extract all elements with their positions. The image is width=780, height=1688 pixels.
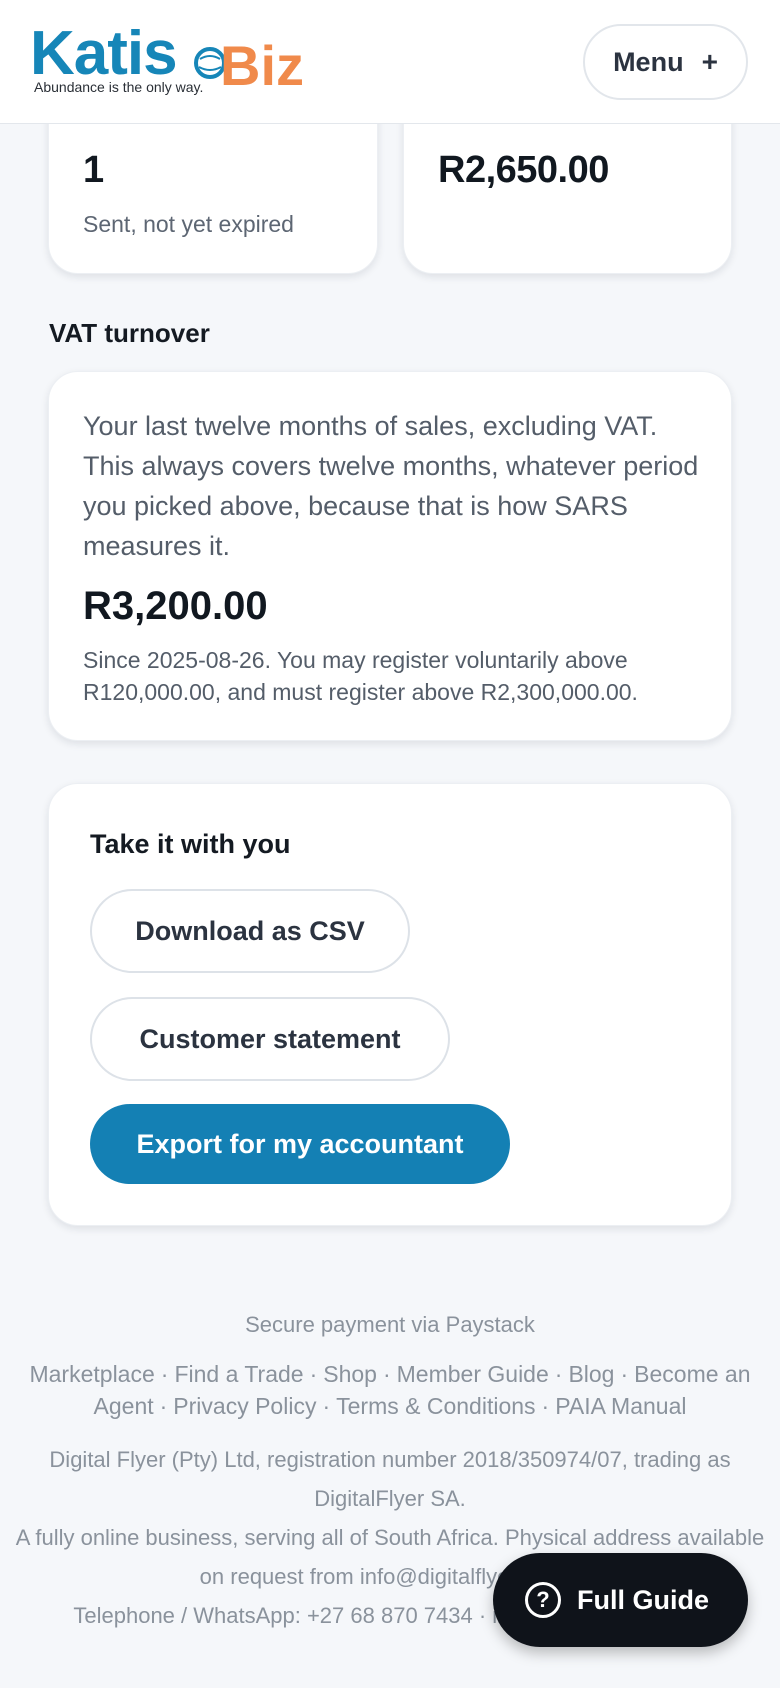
separator: · — [160, 1361, 169, 1387]
vat-turnover-card: Your last twelve months of sales, exclud… — [48, 371, 732, 741]
stat-value: R2,650.00 — [438, 149, 609, 191]
katisbiz-logo[interactable]: Katis Biz Abundance is the only way. — [30, 22, 330, 102]
separator: · — [554, 1361, 563, 1387]
footer-link-find-a-trade[interactable]: Find a Trade — [174, 1361, 303, 1387]
download-csv-button[interactable]: Download as CSV — [90, 889, 410, 973]
customer-statement-button[interactable]: Customer statement — [90, 997, 450, 1081]
logo-text-accent: Biz — [220, 34, 304, 97]
separator: · — [309, 1361, 318, 1387]
logo-tagline: Abundance is the only way. — [34, 79, 204, 95]
footer-link-blog[interactable]: Blog — [568, 1361, 614, 1387]
menu-button[interactable]: Menu + — [583, 24, 748, 100]
vat-description: Your last twelve months of sales, exclud… — [83, 411, 699, 561]
separator: · — [159, 1393, 168, 1419]
full-guide-button[interactable]: ? Full Guide — [493, 1553, 748, 1647]
export-accountant-button[interactable]: Export for my accountant — [90, 1104, 510, 1184]
plus-icon: + — [701, 46, 718, 77]
footer-link-shop[interactable]: Shop — [323, 1361, 377, 1387]
footer-link-privacy-policy[interactable]: Privacy Policy — [173, 1393, 316, 1419]
logo-text-main: Katis — [30, 19, 178, 88]
stat-value: 1 — [83, 149, 105, 191]
full-guide-label: Full Guide — [577, 1584, 709, 1615]
menu-label: Menu — [613, 46, 684, 77]
vat-note: Since 2025-08-26. You may register volun… — [83, 647, 638, 705]
vat-section-title: VAT turnover — [49, 318, 210, 348]
footer-link-terms[interactable]: Terms & Conditions — [336, 1393, 535, 1419]
export-title: Take it with you — [90, 829, 291, 859]
stat-caption: Sent, not yet expired — [83, 211, 294, 237]
footer-link-marketplace[interactable]: Marketplace — [29, 1361, 154, 1387]
separator: · — [620, 1361, 629, 1387]
separator: · — [541, 1393, 550, 1419]
footer-payment-note: Secure payment via Paystack — [245, 1312, 535, 1337]
separator: · — [382, 1361, 391, 1387]
question-circle-icon: ? — [525, 1582, 561, 1618]
separator: · — [322, 1393, 331, 1419]
export-card: Take it with you Download as CSV Custome… — [48, 783, 732, 1226]
footer-legal: Digital Flyer (Pty) Ltd, registration nu… — [49, 1447, 731, 1511]
footer-links: Marketplace · Find a Trade · Shop · Member Gui… — [5, 1358, 775, 1422]
footer-link-member-guide[interactable]: Member Guide — [397, 1361, 549, 1387]
site-header: Katis Biz Abundance is the only way. Men… — [0, 0, 780, 124]
vat-amount: R3,200.00 — [83, 584, 268, 628]
footer-link-paia-manual[interactable]: PAIA Manual — [555, 1393, 686, 1419]
